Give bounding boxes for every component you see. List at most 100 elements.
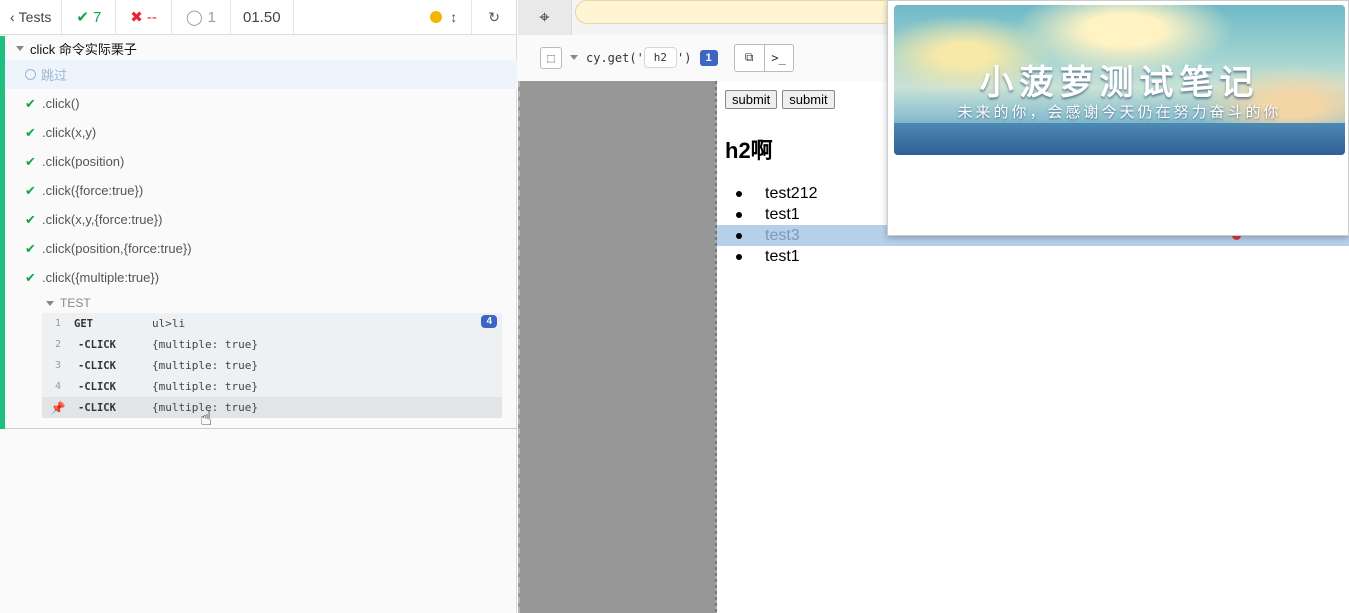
x-icon: ✖ [130, 9, 143, 26]
command-number: 📌 [42, 401, 74, 415]
status-dot-icon [430, 11, 443, 23]
element-count-badge: 4 [481, 315, 497, 328]
test-row-active[interactable]: ✔ .click({multiple:true}) [0, 263, 517, 292]
pending-icon [25, 69, 36, 80]
crosshair-icon: ⌖ [539, 7, 550, 27]
selector-actions: ⧉ >_ [733, 43, 794, 72]
check-icon: ✔ [25, 240, 36, 256]
copy-button[interactable]: ⧉ [735, 45, 764, 71]
list-item[interactable]: test1 [717, 246, 1349, 267]
command-row[interactable]: 2 -CLICK {multiple: true} [42, 334, 502, 355]
chevron-left-icon: ‹ [10, 9, 15, 25]
command-name: -CLICK [78, 380, 116, 393]
suite-status-bar [0, 36, 5, 429]
selector-suffix: ') [677, 50, 692, 65]
check-icon: ✔ [25, 211, 36, 227]
command-row-pinned[interactable]: 📌 -CLICK {multiple: true} [42, 397, 502, 418]
command-number: 3 [54, 360, 62, 371]
test-label: .click() [42, 96, 80, 111]
copy-icon: ⧉ [744, 50, 754, 64]
test-row[interactable]: ✔ .click(x,y) [0, 118, 517, 147]
list-item-text: test3 [765, 226, 800, 244]
test-label: .click(x,y,{force:true}) [42, 212, 163, 227]
test-label: .click(position,{force:true}) [42, 241, 192, 256]
reporter-header: ‹ Tests ✔ 7 ✖ -- ◯ 1 01.50 ↕ ↻ [0, 0, 516, 35]
aut-gutter [518, 81, 717, 613]
command-name: -CLICK [78, 338, 116, 351]
command-log: TEST 1 GET ul>li 4 2 -CLICK {multiple: t… [42, 293, 517, 418]
command-number: 4 [54, 381, 62, 392]
selector-prefix: cy.get(' [586, 50, 644, 65]
submit-button[interactable]: submit [782, 90, 835, 109]
terminal-icon: >_ [771, 50, 786, 65]
command-row[interactable]: 3 -CLICK {multiple: true} [42, 355, 502, 376]
auto-scroll-icon[interactable]: ↕ [450, 9, 457, 25]
banner-overlay: 小菠萝测试笔记 未来的你，会感谢今天仍在努力奋斗的你 [887, 0, 1349, 236]
test-label: .click(x,y) [42, 125, 97, 140]
command-name: -CLICK [78, 401, 116, 414]
failed-number: -- [146, 8, 157, 26]
test-label: 跳过 [41, 68, 68, 83]
command-number: 1 [54, 318, 62, 329]
command-message: {multiple: true} [152, 380, 258, 393]
console-button[interactable]: >_ [763, 44, 793, 71]
passed-number: 7 [92, 8, 102, 26]
test-row[interactable]: ✔ .click(x,y,{force:true}) [0, 205, 517, 234]
check-icon: ✔ [25, 95, 36, 111]
url-bar[interactable] [575, 0, 895, 24]
check-icon: ✔ [76, 9, 89, 26]
check-icon: ✔ [25, 153, 36, 169]
passed-count[interactable]: ✔ 7 [62, 0, 117, 34]
command-message: {multiple: true} [152, 359, 258, 372]
command-group-title[interactable]: TEST [42, 293, 517, 313]
check-icon: ✔ [25, 269, 36, 285]
caret-down-icon [46, 300, 54, 306]
sea-decoration [894, 123, 1345, 155]
pending-count[interactable]: ◯ 1 [172, 0, 231, 34]
command-row[interactable]: 4 -CLICK {multiple: true} [42, 376, 502, 397]
tests-back-button[interactable]: ‹ Tests [0, 0, 63, 34]
pending-number: 1 [207, 8, 216, 26]
duration: 01.50 [231, 0, 294, 34]
banner-image: 小菠萝测试笔记 未来的你，会感谢今天仍在努力奋斗的你 [894, 5, 1345, 155]
test-label: .click({force:true}) [42, 183, 144, 198]
suite-title: click 命令实际栗子 [30, 41, 137, 57]
restart-button[interactable]: ↻ [471, 0, 516, 34]
command-list: 1 GET ul>li 4 2 -CLICK {multiple: true} … [42, 313, 502, 418]
test-row[interactable]: ✔ .click({force:true}) [0, 176, 517, 205]
failed-count[interactable]: ✖ -- [116, 0, 172, 34]
check-icon: ✔ [25, 124, 36, 140]
suite-title-row[interactable]: click 命令实际栗子 [0, 36, 517, 60]
test-row[interactable]: ✔ .click(position,{force:true}) [0, 234, 517, 263]
aut-heading: h2啊 [725, 138, 773, 163]
command-number: 2 [54, 339, 62, 350]
pointer-icon: ⬚ [547, 50, 555, 65]
caret-down-icon [16, 45, 24, 51]
submit-button[interactable]: submit [725, 90, 778, 109]
command-name: -CLICK [78, 359, 116, 372]
hand-cursor-icon: ☝ [200, 408, 213, 430]
check-icon: ✔ [25, 182, 36, 198]
selector-input[interactable]: h2 [643, 47, 678, 68]
test-row[interactable]: ✔ .click(position) [0, 147, 517, 176]
cypress-runner: ‹ Tests ✔ 7 ✖ -- ◯ 1 01.50 ↕ ↻ click 命令实… [0, 0, 1349, 613]
runner-panel: ⌖ ⬚ cy.get(' h2 ') 1 ⧉ >_ submit submit [518, 0, 1349, 613]
match-count-badge: 1 [699, 49, 718, 66]
command-message: {multiple: true} [152, 338, 258, 351]
command-name: GET [74, 317, 93, 330]
header-spacer [294, 0, 417, 34]
test-row[interactable]: ✔ .click() [0, 89, 517, 118]
test-label: .click(position) [42, 154, 125, 169]
suite: click 命令实际栗子 跳过 ✔ .click() ✔ .click(x,y)… [0, 36, 517, 429]
select-element-button[interactable]: ⬚ [540, 46, 562, 69]
banner-subtitle: 未来的你，会感谢今天仍在努力奋斗的你 [957, 103, 1282, 121]
method-dropdown-icon[interactable] [570, 55, 578, 60]
banner-title: 小菠萝测试笔记 [979, 63, 1260, 103]
header-controls: ↕ [416, 0, 471, 34]
selector-playground-button[interactable]: ⌖ [518, 0, 572, 35]
pending-circle-icon: ◯ [185, 9, 203, 26]
test-label: .click({multiple:true}) [42, 270, 160, 285]
command-row[interactable]: 1 GET ul>li 4 [42, 313, 502, 334]
tests-back-label: Tests [18, 9, 52, 25]
test-row-skipped[interactable]: 跳过 [0, 60, 517, 89]
